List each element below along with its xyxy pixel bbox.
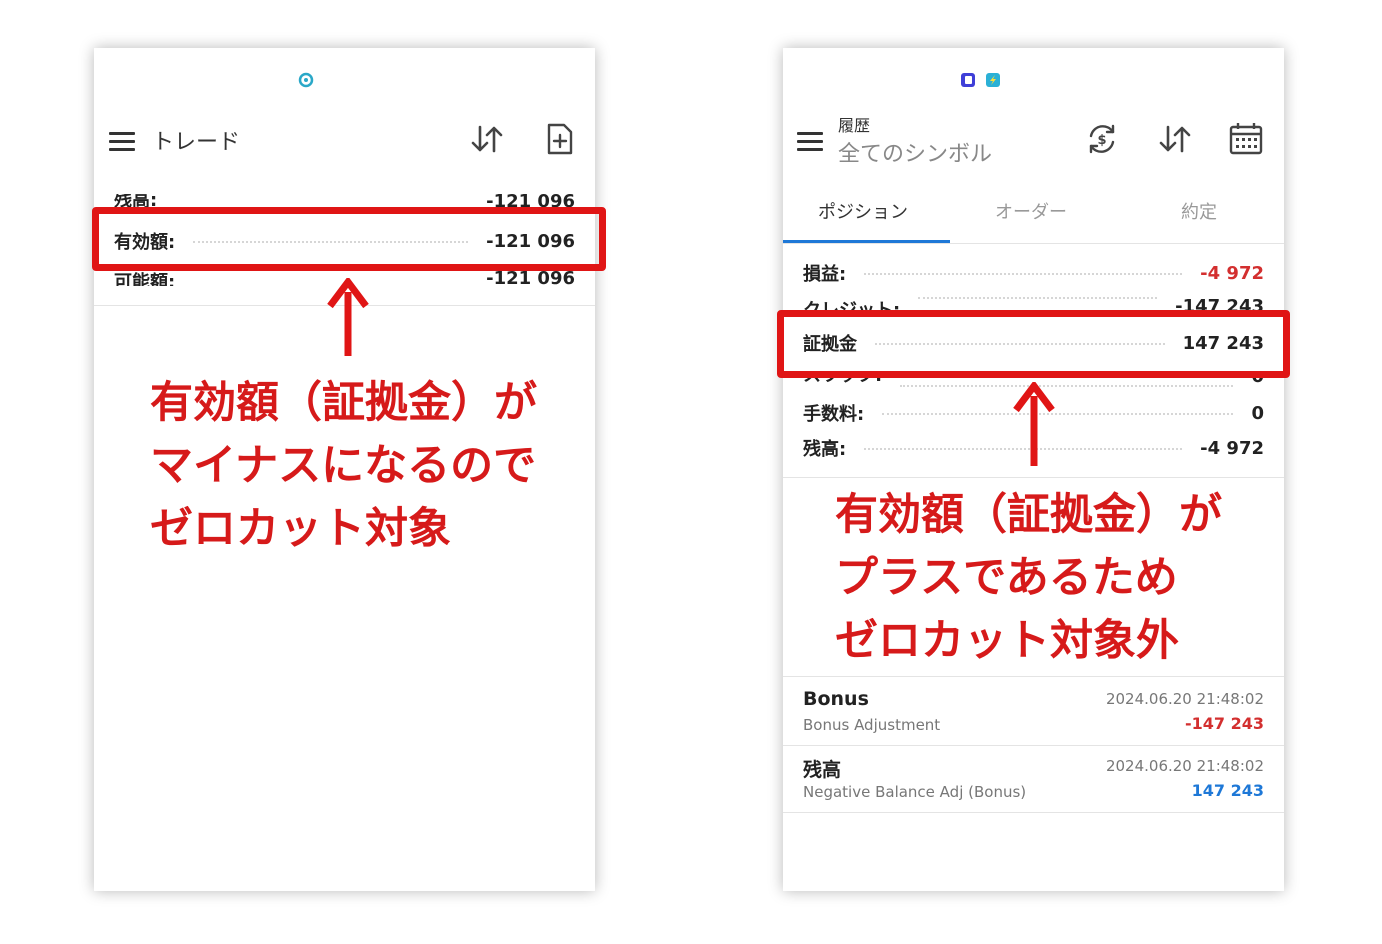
tab-positions[interactable]: ポジション: [818, 198, 908, 224]
phone-screen-history: 履歴 全てのシンボル $ ポジション オーダー 約定 損益: -4 972 クレジ…: [777, 48, 1290, 891]
symbol-filter[interactable]: 全てのシンボル: [838, 136, 992, 168]
notification-icon: [298, 72, 314, 88]
sort-icon[interactable]: [470, 123, 504, 155]
summary-divider: [783, 477, 1284, 478]
equity-highlight-box: [92, 207, 606, 271]
margin-highlight-box: [777, 310, 1290, 378]
tab-divider: [783, 243, 1284, 244]
annotation-text: 有効額（証拠金）が プラスであるため ゼロカット対象外: [835, 490, 1222, 666]
app-notification-icon: [961, 73, 975, 87]
currency-exchange-icon[interactable]: $: [1085, 122, 1119, 156]
app-notification-icon-2: [986, 73, 1000, 87]
calendar-icon[interactable]: [1229, 121, 1263, 155]
new-order-icon[interactable]: [546, 122, 574, 156]
list-item[interactable]: 残高 Negative Balance Adj (Bonus) 2024.06.…: [803, 755, 1264, 815]
deal-divider: [783, 745, 1284, 746]
page-title: 履歴: [838, 116, 871, 135]
menu-icon[interactable]: [109, 132, 135, 156]
sort-icon[interactable]: [1158, 123, 1192, 155]
menu-icon[interactable]: [797, 132, 823, 156]
deals-divider: [783, 676, 1284, 677]
arrow-up-icon: [327, 278, 369, 356]
list-item[interactable]: Bonus Bonus Adjustment 2024.06.20 21:48:…: [803, 688, 1264, 748]
phone-screen-trade: トレード 残高: -121 096 有効額: -121 096 可能額: -121 0…: [92, 48, 606, 891]
tab-orders[interactable]: オーダー: [995, 198, 1067, 224]
page-title: トレード: [152, 130, 241, 155]
deal-divider: [783, 812, 1284, 813]
svg-text:$: $: [1097, 133, 1106, 148]
annotation-text: 有効額（証拠金）が マイナスになるので ゼロカット対象: [150, 378, 537, 554]
tab-deals[interactable]: 約定: [1181, 198, 1217, 224]
profit-row: 損益: -4 972: [803, 262, 1264, 286]
arrow-up-icon: [1013, 382, 1055, 466]
